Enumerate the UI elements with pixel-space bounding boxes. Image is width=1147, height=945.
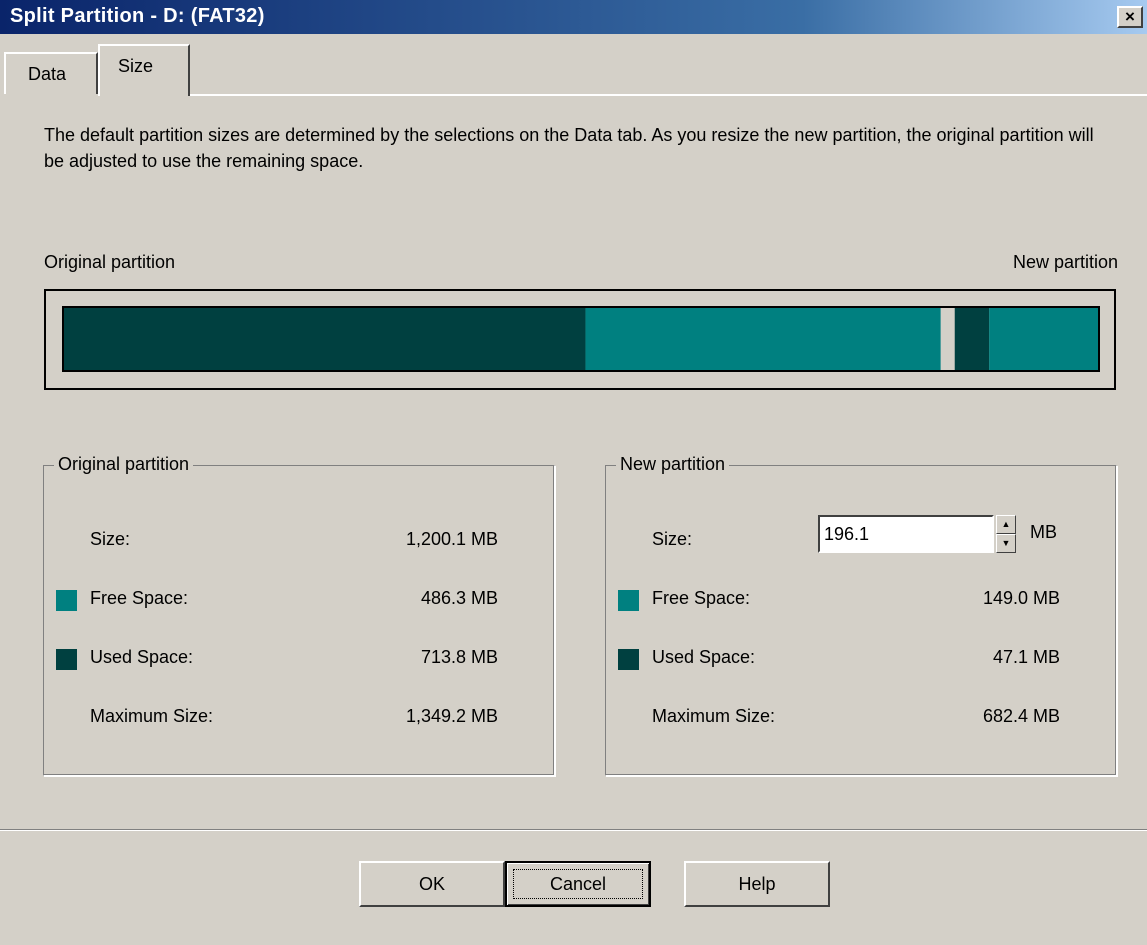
- new-used-segment: [954, 308, 990, 370]
- new-free-label: Free Space:: [652, 588, 751, 608]
- partition-split-handle: [940, 308, 955, 370]
- spin-down-button[interactable]: ▼: [996, 534, 1016, 553]
- original-size-row: Size: 1,200.1 MB: [44, 529, 554, 557]
- new-max-row: Maximum Size: 682.4 MB: [606, 706, 1116, 734]
- bar-label-new: New partition: [1012, 252, 1118, 272]
- original-max-row: Maximum Size: 1,349.2 MB: [44, 706, 554, 734]
- spin-up-button[interactable]: ▲: [996, 515, 1016, 534]
- free-space-swatch: [618, 590, 639, 611]
- spin-up-icon: ▲: [1001, 519, 1011, 529]
- footer-separator: [0, 829, 1147, 831]
- original-free-row: Free Space: 486.3 MB: [44, 588, 554, 616]
- spin-down-icon: ▼: [1001, 538, 1011, 548]
- new-size-unit: MB: [1030, 522, 1057, 542]
- new-partition-group: New partition Size: ▲ ▼ MB Free Space: 1…: [605, 454, 1117, 776]
- cancel-button[interactable]: Cancel: [505, 861, 651, 907]
- new-used-row: Used Space: 47.1 MB: [606, 647, 1116, 675]
- used-space-swatch: [56, 649, 77, 670]
- new-size-input[interactable]: [818, 515, 994, 553]
- original-max-value: 1,349.2 MB: [405, 706, 498, 726]
- window-title: Split Partition - D: (FAT32): [10, 5, 265, 27]
- tab-size[interactable]: Size: [98, 44, 190, 96]
- title-bar: Split Partition - D: (FAT32) ×: [0, 0, 1147, 34]
- bar-label-original: Original partition: [44, 252, 176, 272]
- new-max-label: Maximum Size:: [652, 706, 776, 726]
- new-max-value: 682.4 MB: [982, 706, 1060, 726]
- original-free-value: 486.3 MB: [420, 588, 498, 608]
- original-max-label: Maximum Size:: [90, 706, 214, 726]
- tab-data-label: Data: [28, 64, 67, 84]
- original-used-segment: [64, 308, 586, 370]
- close-button[interactable]: ×: [1117, 6, 1143, 28]
- original-partition-title: Original partition: [54, 454, 194, 475]
- cancel-label: Cancel: [513, 869, 643, 899]
- free-space-swatch: [56, 590, 77, 611]
- new-size-label: Size:: [652, 529, 693, 549]
- original-free-segment: [585, 308, 941, 370]
- original-used-row: Used Space: 713.8 MB: [44, 647, 554, 675]
- used-space-swatch: [618, 649, 639, 670]
- original-partition-group: Original partition Size: 1,200.1 MB Free…: [43, 454, 555, 776]
- original-free-label: Free Space:: [90, 588, 189, 608]
- new-free-row: Free Space: 149.0 MB: [606, 588, 1116, 616]
- original-used-label: Used Space:: [90, 647, 194, 667]
- original-used-value: 713.8 MB: [420, 647, 498, 667]
- size-description: The default partition sizes are determin…: [44, 125, 1094, 171]
- close-icon: ×: [1125, 7, 1135, 26]
- partition-bar-graphic[interactable]: [64, 308, 1098, 370]
- tab-size-label: Size: [118, 56, 154, 76]
- original-size-label: Size:: [90, 529, 131, 549]
- original-size-value: 1,200.1 MB: [405, 529, 498, 549]
- partition-bar[interactable]: [62, 306, 1100, 372]
- tab-data[interactable]: Data: [4, 52, 98, 94]
- new-used-value: 47.1 MB: [992, 647, 1060, 667]
- new-free-value: 149.0 MB: [982, 588, 1060, 608]
- new-partition-title: New partition: [616, 454, 730, 475]
- ok-button[interactable]: OK: [359, 861, 505, 907]
- tab-panel-border: [190, 94, 1147, 96]
- new-used-label: Used Space:: [652, 647, 756, 667]
- new-size-spinner[interactable]: ▲ ▼: [996, 515, 1016, 553]
- new-free-segment: [989, 308, 1098, 370]
- help-button[interactable]: Help: [684, 861, 830, 907]
- partition-bar-frame: [44, 289, 1116, 390]
